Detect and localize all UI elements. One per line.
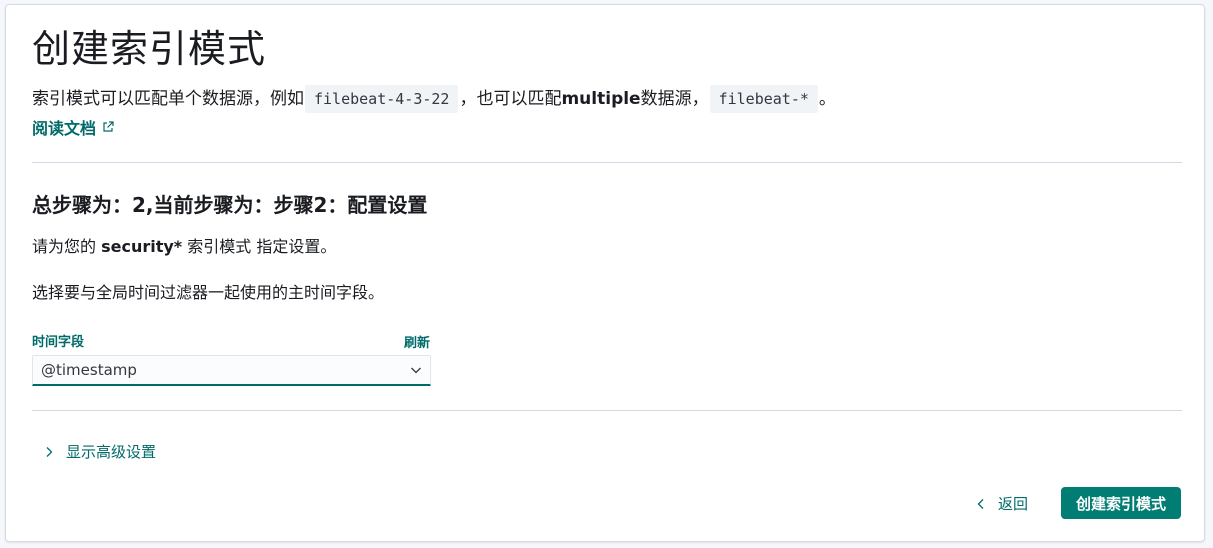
- divider: [32, 162, 1182, 163]
- divider: [32, 410, 1182, 411]
- description-text-4: 。: [818, 89, 836, 109]
- index-pattern-panel: 创建索引模式 索引模式可以匹配单个数据源，例如 filebeat-4-3-22 ，也…: [5, 4, 1205, 542]
- time-field-select[interactable]: @timestamp: [32, 355, 431, 386]
- read-docs-link[interactable]: 阅读文档: [32, 115, 114, 139]
- back-button[interactable]: 返回: [976, 493, 1028, 514]
- read-docs-label: 阅读文档: [32, 119, 97, 138]
- chevron-right-icon: [46, 446, 53, 457]
- page-title: 创建索引模式: [32, 27, 267, 71]
- external-link-icon: [103, 121, 114, 132]
- description-text-2: ，也可以匹配: [459, 89, 562, 109]
- description-text-1: 索引模式可以匹配单个数据源，例如: [32, 89, 304, 109]
- back-label: 返回: [998, 495, 1029, 513]
- create-index-pattern-button[interactable]: 创建索引模式: [1061, 487, 1181, 519]
- time-field-selected-value: @timestamp: [41, 361, 137, 379]
- step-title: 总步骤为：2,当前步骤为：步骤2：配置设置: [32, 193, 428, 217]
- time-field-label: 时间字段: [32, 335, 85, 350]
- instruction-prefix: 请为您的: [32, 237, 102, 256]
- chevron-left-icon: [977, 498, 984, 509]
- instruction-suffix: 索引模式 指定设置。: [182, 237, 337, 256]
- show-advanced-settings-label: 显示高级设置: [66, 443, 157, 461]
- pattern-name: security*: [101, 237, 183, 256]
- chevron-down-icon: [411, 367, 421, 374]
- page-description: 索引模式可以匹配单个数据源，例如 filebeat-4-3-22 ，也可以匹配mul…: [32, 85, 836, 113]
- timefield-help-text: 选择要与全局时间过滤器一起使用的主时间字段。: [32, 283, 385, 302]
- example-code-single: filebeat-4-3-22: [305, 85, 459, 113]
- description-text-3: 数据源，: [640, 89, 709, 109]
- description-bold: multiple: [561, 89, 641, 109]
- refresh-button[interactable]: 刷新: [404, 332, 430, 351]
- step-instruction: 请为您的 security* 索引模式 指定设置。: [32, 236, 336, 258]
- show-advanced-settings-toggle[interactable]: 显示高级设置: [44, 441, 156, 462]
- example-code-multiple: filebeat-*: [709, 85, 818, 113]
